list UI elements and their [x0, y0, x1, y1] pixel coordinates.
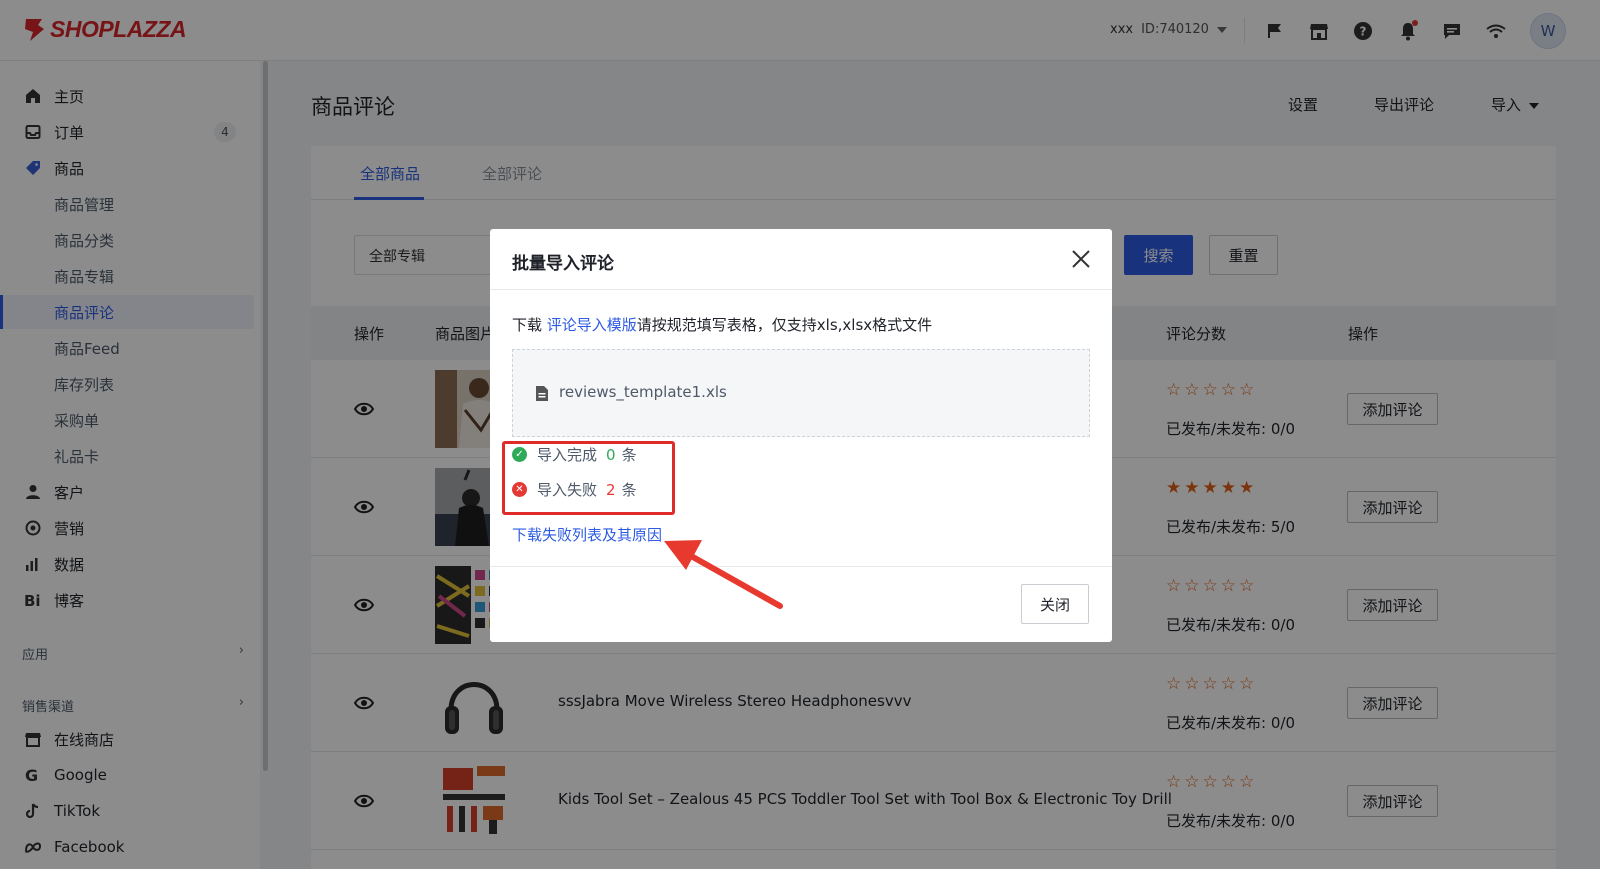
check-circle-icon: ✓	[512, 447, 527, 462]
download-fail-list-link[interactable]: 下载失败列表及其原因	[512, 524, 662, 545]
import-fail-result: ✕ 导入失败 2 条	[512, 479, 637, 500]
download-template-link[interactable]: 评论导入模版	[547, 316, 637, 334]
uploaded-file-name: reviews_template1.xls	[559, 383, 727, 401]
success-label: 导入完成	[537, 446, 598, 464]
file-upload-area[interactable]: reviews_template1.xls	[512, 349, 1090, 437]
annotation-arrow	[664, 540, 783, 609]
import-success-result: ✓ 导入完成 0 条	[512, 444, 637, 465]
close-button[interactable]: 关闭	[1021, 584, 1089, 624]
template-instructions: 下载 评论导入模版请按规范填写表格，仅支持xls,xlsx格式文件	[512, 314, 932, 335]
modal-footer-divider	[490, 566, 1112, 567]
modal-title: 批量导入评论	[512, 254, 614, 274]
count-unit: 条	[621, 446, 637, 464]
close-icon[interactable]	[1068, 246, 1094, 272]
desc-prefix: 下载	[512, 316, 547, 334]
count-unit: 条	[621, 481, 637, 499]
file-icon	[536, 386, 548, 401]
error-circle-icon: ✕	[512, 482, 527, 497]
import-reviews-modal: 批量导入评论 下载 评论导入模版请按规范填写表格，仅支持xls,xlsx格式文件…	[490, 229, 1112, 642]
success-count: 0	[606, 445, 616, 464]
fail-label: 导入失败	[537, 481, 598, 499]
modal-header: 批量导入评论	[490, 229, 1112, 290]
desc-suffix: 请按规范填写表格，仅支持xls,xlsx格式文件	[636, 316, 933, 334]
fail-count: 2	[606, 480, 616, 499]
